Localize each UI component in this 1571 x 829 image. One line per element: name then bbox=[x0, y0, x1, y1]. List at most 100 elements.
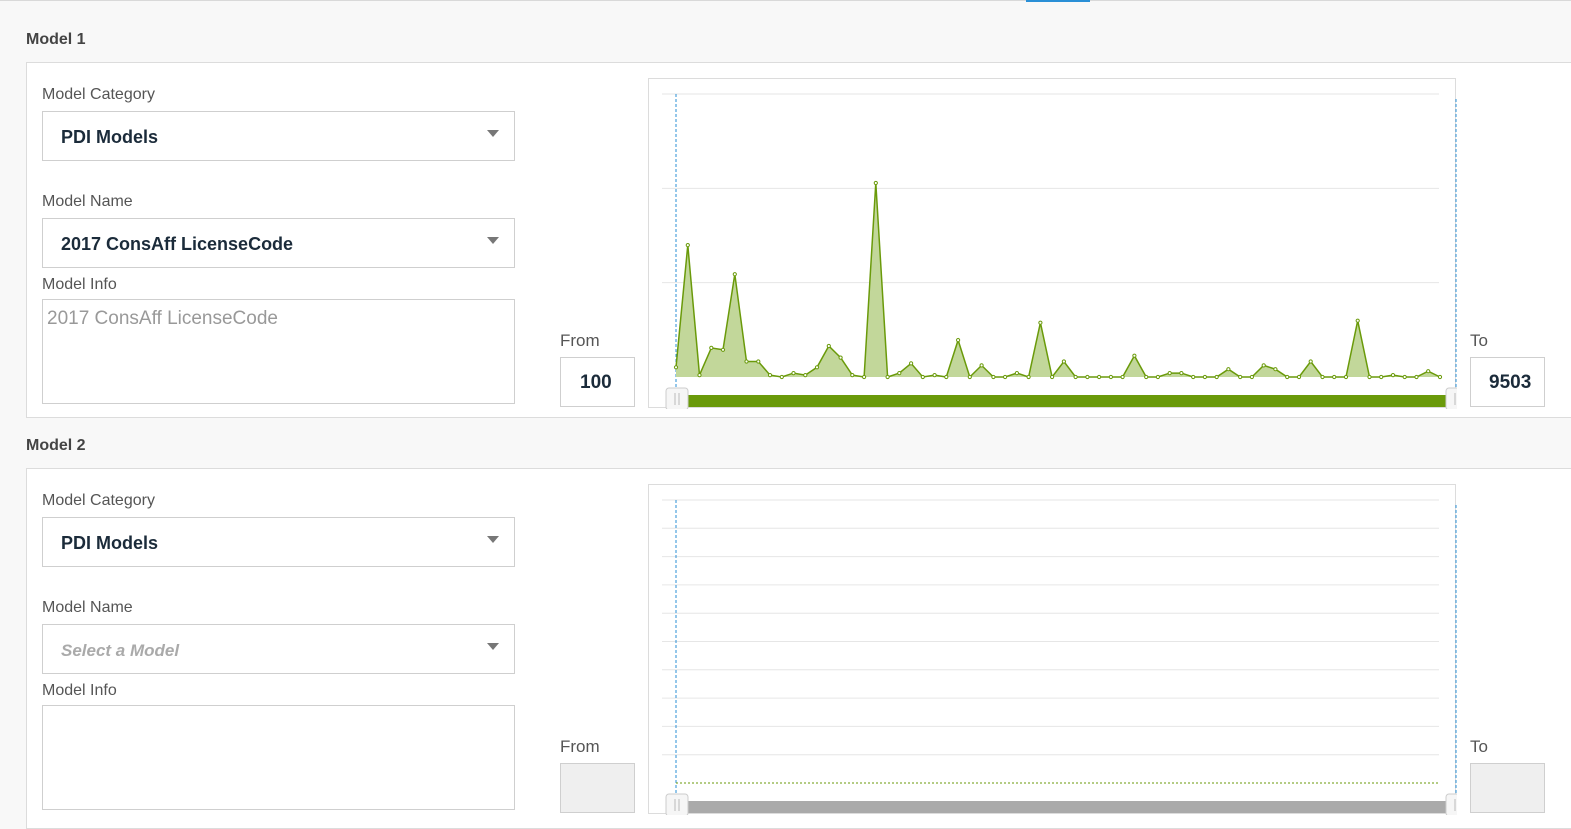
score-distribution-chart bbox=[648, 78, 1457, 409]
data-point bbox=[1179, 371, 1184, 376]
data-point bbox=[791, 371, 796, 376]
data-point bbox=[1379, 374, 1384, 380]
data-point bbox=[1273, 367, 1278, 372]
data-point bbox=[1144, 374, 1149, 380]
chart-1-svg bbox=[662, 93, 1457, 409]
data-point bbox=[1191, 374, 1196, 380]
active-tab-indicator bbox=[1026, 0, 1090, 2]
model-category-label: Model Category bbox=[42, 492, 155, 509]
data-point bbox=[744, 359, 749, 364]
chart-2-svg bbox=[662, 499, 1457, 815]
slider-handle-body bbox=[665, 387, 689, 409]
data-point bbox=[1414, 374, 1419, 380]
series-line bbox=[675, 182, 1441, 379]
range-slider-track bbox=[676, 395, 1456, 407]
data-point bbox=[732, 272, 737, 277]
data-point bbox=[1355, 318, 1360, 323]
data-point bbox=[1061, 359, 1066, 364]
data-point bbox=[685, 243, 690, 248]
data-point bbox=[709, 345, 714, 350]
range-slider-right-handle[interactable] bbox=[1445, 387, 1457, 409]
data-point bbox=[1167, 371, 1172, 376]
model-1-title: Model 1 bbox=[26, 31, 86, 48]
to-input[interactable] bbox=[1470, 763, 1545, 813]
data-point bbox=[897, 371, 902, 376]
data-point bbox=[1214, 374, 1219, 380]
data-point bbox=[850, 373, 855, 378]
data-point bbox=[1038, 320, 1043, 325]
data-point bbox=[1402, 374, 1407, 380]
to-input[interactable]: 9503 bbox=[1470, 357, 1545, 407]
data-point bbox=[909, 361, 914, 366]
range-slider-left-handle[interactable] bbox=[665, 793, 689, 815]
from-input[interactable] bbox=[560, 763, 635, 813]
data-point bbox=[1202, 374, 1208, 380]
model-name-select[interactable]: 2017 ConsAff LicenseCode bbox=[42, 218, 515, 268]
to-label: To bbox=[1470, 737, 1488, 756]
top-border bbox=[0, 0, 1571, 1]
data-point bbox=[1367, 374, 1372, 380]
range-slider-left-handle[interactable] bbox=[665, 387, 689, 409]
data-point bbox=[920, 374, 925, 380]
model-name-select[interactable]: Select a Model bbox=[42, 624, 515, 674]
from-label: From bbox=[560, 331, 600, 350]
data-point bbox=[1108, 374, 1113, 380]
model-name-placeholder: Select a Model bbox=[61, 641, 180, 660]
data-point bbox=[1390, 373, 1396, 378]
data-point bbox=[1320, 374, 1325, 380]
data-point bbox=[885, 374, 890, 380]
data-point bbox=[767, 373, 773, 378]
data-point bbox=[932, 373, 937, 378]
from-input[interactable]: 100 bbox=[560, 357, 635, 407]
data-point bbox=[1249, 374, 1255, 380]
from-value: 100 bbox=[580, 372, 612, 393]
slider-handle-body bbox=[665, 793, 689, 815]
data-point bbox=[956, 338, 961, 343]
chevron-down-icon bbox=[487, 536, 499, 543]
data-point bbox=[1285, 374, 1290, 380]
model-category-value: PDI Models bbox=[61, 127, 159, 147]
model-info-box[interactable] bbox=[42, 705, 515, 810]
data-point bbox=[1343, 374, 1349, 380]
range-slider-right-handle[interactable] bbox=[1445, 793, 1457, 815]
data-point bbox=[756, 359, 761, 364]
data-point bbox=[779, 374, 784, 380]
chevron-down-icon bbox=[487, 237, 499, 244]
data-point bbox=[1332, 374, 1337, 380]
model-name-value: 2017 ConsAff LicenseCode bbox=[61, 234, 294, 254]
data-point bbox=[1132, 353, 1137, 358]
model-name-label: Model Name bbox=[42, 599, 133, 616]
data-point bbox=[1014, 371, 1019, 376]
data-point bbox=[873, 180, 878, 186]
data-point bbox=[1308, 359, 1313, 364]
chevron-down-icon bbox=[487, 130, 499, 137]
model-2-title: Model 2 bbox=[26, 437, 86, 454]
series-area bbox=[676, 183, 1440, 377]
data-point bbox=[673, 365, 679, 370]
model-category-label: Model Category bbox=[42, 86, 155, 103]
data-point bbox=[1238, 374, 1243, 380]
data-point bbox=[1050, 374, 1055, 380]
data-point bbox=[967, 374, 972, 380]
data-point bbox=[697, 373, 702, 378]
data-point bbox=[991, 374, 996, 380]
data-point bbox=[1097, 374, 1102, 380]
model-category-value: PDI Models bbox=[61, 533, 159, 553]
data-point bbox=[862, 374, 867, 380]
range-slider-track bbox=[676, 801, 1456, 813]
model-category-select[interactable]: PDI Models bbox=[42, 517, 515, 567]
data-point bbox=[720, 347, 726, 352]
model-category-select[interactable]: PDI Models bbox=[42, 111, 515, 161]
data-point bbox=[944, 374, 949, 380]
data-point bbox=[1085, 374, 1090, 380]
to-value: 9503 bbox=[1489, 372, 1532, 393]
model-info-box[interactable]: 2017 ConsAff LicenseCode bbox=[42, 299, 515, 404]
data-point bbox=[1026, 374, 1031, 380]
data-point bbox=[1120, 374, 1125, 380]
data-point bbox=[1261, 363, 1266, 368]
data-point bbox=[1155, 374, 1160, 380]
data-point bbox=[838, 355, 843, 360]
data-point bbox=[803, 373, 808, 378]
model-info-text: 2017 ConsAff LicenseCode bbox=[47, 308, 278, 329]
from-label: From bbox=[560, 737, 600, 756]
